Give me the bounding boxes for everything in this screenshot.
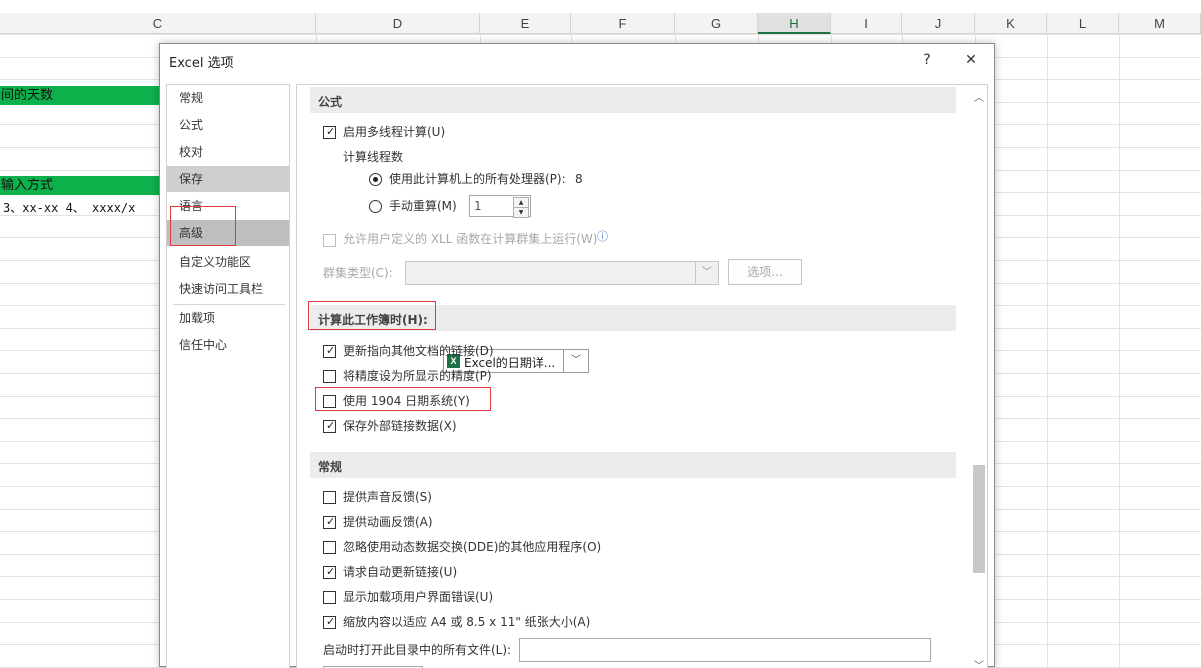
- xll-checkbox[interactable]: [323, 234, 336, 247]
- cluster-type-label: 群集类型(C):: [323, 266, 393, 280]
- check-icon: ✓: [326, 515, 336, 528]
- column-header-i[interactable]: I: [831, 13, 902, 34]
- scale-a4-checkbox[interactable]: ✓: [323, 615, 336, 629]
- cell-c-days[interactable]: 间的天数: [0, 86, 161, 105]
- animation-feedback-checkbox[interactable]: ✓: [323, 515, 336, 529]
- nav-item-proofing[interactable]: 校对: [167, 139, 289, 165]
- options-nav: 常规 公式 校对 保存 语言 高级 自定义功能区 快速访问工具栏 加载项 信任中…: [166, 84, 290, 668]
- check-icon: ✓: [326, 419, 336, 432]
- column-header-l[interactable]: L: [1047, 13, 1119, 34]
- section-formulas: 公式: [310, 87, 956, 113]
- cluster-options-button[interactable]: 选项...: [728, 259, 802, 285]
- cell-c-formats[interactable]: 3、xx-xx 4、 xxxx/x: [3, 199, 163, 217]
- save-external-links-label: 保存外部链接数据(X): [343, 419, 457, 433]
- column-header-f[interactable]: F: [571, 13, 675, 34]
- all-processors-radio[interactable]: [369, 173, 382, 186]
- info-icon[interactable]: ⓘ: [597, 229, 608, 245]
- check-icon: ✓: [326, 565, 336, 578]
- addin-ui-errors-label: 显示加载项用户界面错误(U): [343, 590, 494, 604]
- addin-ui-errors-checkbox[interactable]: [323, 591, 336, 604]
- column-header-c[interactable]: C: [0, 13, 316, 34]
- date-system-1904-checkbox[interactable]: [323, 395, 336, 408]
- section-general-title: 常规: [318, 460, 343, 474]
- grid-column-line: [1047, 34, 1048, 667]
- nav-item-save[interactable]: 保存: [167, 166, 289, 192]
- excel-options-dialog: Excel 选项 ? ✕ 常规 公式 校对 保存 语言 高级 自定义功能区 快速…: [159, 43, 995, 668]
- ask-update-links-label: 请求自动更新链接(U): [343, 565, 458, 579]
- update-links-checkbox[interactable]: ✓: [323, 344, 336, 358]
- nav-item-quick-access-toolbar[interactable]: 快速访问工具栏: [167, 276, 289, 302]
- column-header-m[interactable]: M: [1119, 13, 1201, 34]
- thread-count-spinner[interactable]: 1 ▲ ▼: [469, 195, 531, 218]
- nav-item-customize-ribbon[interactable]: 自定义功能区: [167, 249, 289, 275]
- startup-folder-label: 启动时打开此目录中的所有文件(L):: [323, 643, 512, 657]
- ribbon-edge: [0, 0, 1201, 14]
- content-scrollbar[interactable]: ︿ ﹀: [971, 85, 987, 668]
- date-system-1904-label: 使用 1904 日期系统(Y): [343, 394, 470, 408]
- nav-item-language[interactable]: 语言: [167, 193, 289, 219]
- processor-count: 8: [575, 172, 583, 186]
- animation-feedback-label: 提供动画反馈(A): [343, 515, 433, 529]
- section-general: 常规: [310, 452, 956, 478]
- grid-row-line: [0, 34, 1201, 35]
- radio-dot-icon: [373, 177, 378, 182]
- startup-folder-input[interactable]: [519, 638, 931, 662]
- ignore-dde-label: 忽略使用动态数据交换(DDE)的其他应用程序(O): [343, 540, 602, 554]
- precision-as-displayed-checkbox[interactable]: [323, 370, 336, 383]
- close-button[interactable]: ✕: [958, 48, 984, 72]
- column-header-k[interactable]: K: [975, 13, 1047, 34]
- column-header-e[interactable]: E: [480, 13, 571, 34]
- dialog-title: Excel 选项: [169, 56, 234, 71]
- xll-label: 允许用户定义的 XLL 函数在计算群集上运行(W): [343, 232, 598, 246]
- chevron-down-icon: ﹀: [563, 350, 588, 372]
- check-icon: ✓: [326, 615, 336, 628]
- ask-update-links-checkbox[interactable]: ✓: [323, 565, 336, 579]
- column-header-h[interactable]: H: [758, 13, 831, 34]
- threads-label: 计算线程数: [343, 150, 404, 164]
- scroll-up-icon[interactable]: ︿: [974, 89, 984, 104]
- nav-item-addins[interactable]: 加载项: [167, 305, 289, 331]
- column-header-j[interactable]: J: [902, 13, 975, 34]
- sound-feedback-label: 提供声音反馈(S): [343, 490, 432, 504]
- column-header-g[interactable]: G: [675, 13, 758, 34]
- scale-a4-label: 缩放内容以适应 A4 或 8.5 x 11" 纸张大小(A): [343, 615, 591, 629]
- column-header-d[interactable]: D: [316, 13, 480, 34]
- spin-down-icon[interactable]: ▼: [513, 207, 529, 218]
- sound-feedback-checkbox[interactable]: [323, 491, 336, 504]
- scroll-thumb[interactable]: [973, 465, 985, 573]
- grid-column-line: [1119, 34, 1120, 667]
- check-icon: ✓: [326, 344, 336, 357]
- check-icon: ✓: [326, 125, 336, 138]
- nav-item-advanced[interactable]: 高级: [167, 220, 289, 246]
- manual-threads-label: 手动重算(M): [389, 199, 457, 213]
- section-calc-workbook: 计算此工作簿时(H):: [310, 305, 956, 331]
- options-content-pane: 公式 ✓ 启用多线程计算(U) 计算线程数 使用此计算机上的所有处理器(P): …: [296, 84, 988, 668]
- help-button[interactable]: ?: [914, 48, 940, 72]
- thread-count-value: 1: [474, 199, 482, 213]
- all-processors-label: 使用此计算机上的所有处理器(P):: [389, 172, 566, 186]
- multithread-label: 启用多线程计算(U): [343, 125, 446, 139]
- precision-as-displayed-label: 将精度设为所显示的精度(P): [343, 369, 492, 383]
- section-calc-workbook-title: 计算此工作簿时(H):: [318, 313, 428, 327]
- scroll-down-icon[interactable]: ﹀: [974, 657, 984, 668]
- section-formulas-title: 公式: [318, 95, 343, 109]
- nav-item-general[interactable]: 常规: [167, 85, 289, 111]
- ignore-dde-checkbox[interactable]: [323, 541, 336, 554]
- save-external-links-checkbox[interactable]: ✓: [323, 419, 336, 433]
- chevron-down-icon: ﹀: [695, 262, 718, 284]
- dialog-titlebar[interactable]: Excel 选项 ? ✕: [160, 44, 994, 76]
- nav-item-trust-center[interactable]: 信任中心: [167, 332, 289, 358]
- cell-c-input-method[interactable]: 输入方式: [0, 176, 161, 195]
- cluster-type-select[interactable]: ﹀: [405, 261, 719, 285]
- manual-threads-radio[interactable]: [369, 200, 382, 213]
- nav-item-formulas[interactable]: 公式: [167, 112, 289, 138]
- multithread-checkbox[interactable]: ✓: [323, 125, 336, 139]
- update-links-label: 更新指向其他文档的链接(D): [343, 344, 494, 358]
